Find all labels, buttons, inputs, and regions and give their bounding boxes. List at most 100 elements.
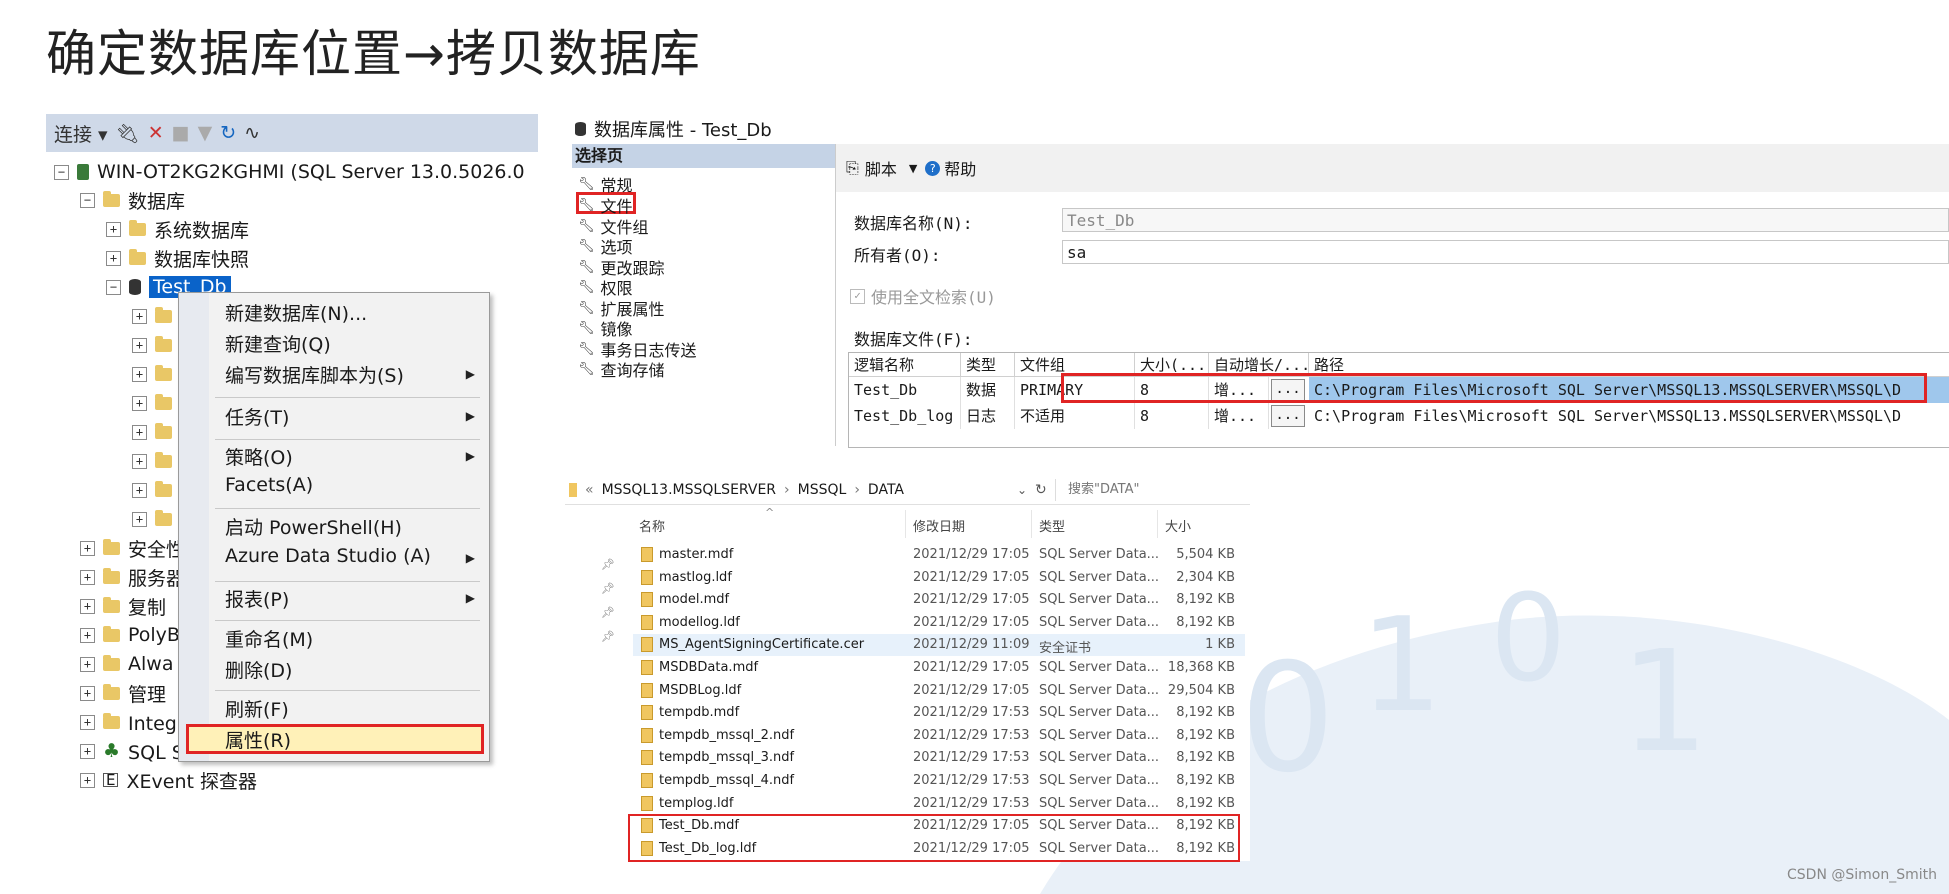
expand-icon[interactable]: + [80, 540, 95, 556]
tree-management[interactable]: + 管理 [80, 679, 166, 707]
col-header-type[interactable]: 类型 [961, 353, 1015, 377]
tree-system-databases[interactable]: + 系统数据库 [106, 215, 249, 243]
file-row[interactable]: MS_AgentSigningCertificate.cer 2021/12/29… [633, 634, 1245, 657]
file-row[interactable]: templog.ldf 2021/12/29 17:53 SQL Server Da… [633, 793, 1245, 815]
address-bar[interactable]: « MSSQL13.MSSQLSERVER › MSSQL › DATA ⌄ ↻… [565, 476, 1250, 505]
tree-child-node[interactable]: + [132, 360, 180, 388]
chevron-down-icon[interactable]: ▼ [909, 162, 917, 175]
expand-icon[interactable]: + [132, 308, 147, 324]
tree-db-snapshots[interactable]: + 数据库快照 [106, 244, 249, 272]
menu-item-new-database[interactable]: 新建数据库(N)... [225, 299, 367, 326]
menu-item-script-database[interactable]: 编写数据库脚本为(S) ▶ [225, 361, 475, 388]
expand-icon[interactable]: + [80, 714, 95, 730]
expand-icon[interactable]: + [132, 482, 147, 498]
breadcrumb-item[interactable]: MSSQL13.MSSQLSERVER [602, 482, 776, 498]
menu-item-refresh[interactable]: 刷新(F) [225, 695, 289, 722]
menu-item-tasks[interactable]: 任务(T) ▶ [225, 403, 475, 430]
expand-icon[interactable]: + [106, 250, 121, 266]
breadcrumb-prefix[interactable]: « [585, 482, 594, 498]
page-query-store[interactable]: 🔧︎ 查询存储 [578, 357, 665, 381]
file-name: model.mdf [659, 592, 730, 608]
menu-item-properties[interactable]: 属性(R) [225, 726, 291, 753]
connect-button[interactable]: 连接 ▾ [54, 120, 108, 147]
tree-polybase[interactable]: + PolyB [80, 621, 180, 649]
file-row[interactable]: modellog.ldf 2021/12/29 17:05 SQL Server D… [633, 612, 1245, 634]
tree-child-node[interactable]: + [132, 476, 180, 504]
owner-field[interactable]: sa [1062, 240, 1949, 264]
pin-icon[interactable]: 📌︎ [601, 606, 615, 619]
expand-icon[interactable]: + [80, 743, 95, 759]
tree-child-node[interactable]: + [132, 418, 180, 446]
script-button[interactable]: 脚本 [865, 156, 897, 180]
menu-item-delete[interactable]: 删除(D) [225, 656, 292, 683]
autogrowth-ellipsis-button[interactable]: ... [1271, 405, 1305, 427]
expand-icon[interactable]: + [80, 627, 95, 643]
col-header-name[interactable]: 名称 [639, 516, 665, 535]
pin-icon[interactable]: 📌︎ [601, 630, 615, 643]
expand-icon[interactable]: + [132, 511, 147, 527]
pin-icon[interactable]: 📌︎ [601, 558, 615, 571]
breadcrumb-item[interactable]: MSSQL [798, 482, 847, 498]
search-input[interactable]: 搜索"DATA" [1055, 479, 1245, 501]
expand-icon[interactable]: + [80, 569, 95, 585]
menu-item-policies[interactable]: 策略(O) ▶ [225, 443, 475, 470]
file-row[interactable]: tempdb_mssql_4.ndf 2021/12/29 17:53 SQL Se… [633, 770, 1245, 792]
expand-icon[interactable]: + [132, 366, 147, 382]
filter-icon[interactable]: ▼ [198, 122, 213, 144]
disconnect-icon[interactable]: ✕ [148, 122, 164, 144]
menu-item-powershell[interactable]: 启动 PowerShell(H) [225, 513, 402, 540]
tree-always-on[interactable]: + Alwa [80, 650, 173, 678]
menu-item-reports[interactable]: 报表(P) ▶ [225, 585, 475, 612]
col-header-size[interactable]: 大小 [1165, 516, 1191, 535]
tree-child-node[interactable]: + [132, 447, 180, 475]
tree-child-node[interactable]: + [132, 331, 180, 359]
tree-child-node[interactable]: + [132, 302, 180, 330]
tree-xevent-profiler[interactable]: + E XEvent 探查器 [80, 766, 257, 794]
file-row[interactable]: mastlog.ldf 2021/12/29 17:05 SQL Server Da… [633, 567, 1245, 589]
file-row[interactable]: tempdb.mdf 2021/12/29 17:53 SQL Server Dat… [633, 702, 1245, 724]
expand-icon[interactable]: + [132, 337, 147, 353]
collapse-icon[interactable]: − [54, 164, 69, 180]
chevron-down-icon[interactable]: ⌄ [1017, 483, 1027, 497]
tree-replication[interactable]: + 复制 [80, 592, 166, 620]
collapse-icon[interactable]: − [80, 192, 95, 208]
tree-child-node[interactable]: + [132, 389, 180, 417]
refresh-icon[interactable]: ↻ [220, 122, 236, 144]
collapse-icon[interactable]: − [106, 279, 121, 295]
expand-icon[interactable]: + [106, 221, 121, 237]
breadcrumb-item[interactable]: DATA [868, 482, 904, 498]
stop-icon[interactable]: ■ [172, 122, 190, 144]
menu-item-new-query[interactable]: 新建查询(Q) [225, 330, 331, 357]
file-row[interactable]: master.mdf 2021/12/29 17:05 SQL Server Dat… [633, 544, 1245, 566]
menu-item-facets[interactable]: Facets(A) [225, 474, 313, 496]
expand-icon[interactable]: + [132, 395, 147, 411]
menu-item-azure-data-studio[interactable]: Azure Data Studio (A) ▶ [225, 545, 475, 567]
tree-security[interactable]: + 安全性 [80, 534, 185, 562]
file-row[interactable]: model.mdf 2021/12/29 17:05 SQL Server Data… [633, 589, 1245, 611]
activity-icon[interactable]: ∿ [244, 122, 260, 144]
col-header-logical-name[interactable]: 逻辑名称 [849, 353, 961, 377]
col-header-date[interactable]: 修改日期 [913, 516, 965, 535]
col-header-type[interactable]: 类型 [1039, 516, 1065, 535]
expand-icon[interactable]: + [132, 453, 147, 469]
expand-icon[interactable]: + [132, 424, 147, 440]
tree-server-node[interactable]: − WIN-OT2KG2KGHMI (SQL Server 13.0.5026.… [54, 158, 525, 186]
file-row[interactable]: tempdb_mssql_3.ndf 2021/12/29 17:53 SQL Se… [633, 747, 1245, 769]
expand-icon[interactable]: + [80, 598, 95, 614]
tree-databases-node[interactable]: − 数据库 [80, 186, 185, 214]
fulltext-checkbox[interactable]: ✓ 使用全文检索(U) [850, 284, 996, 308]
expand-icon[interactable]: + [80, 685, 95, 701]
menu-item-rename[interactable]: 重命名(M) [225, 625, 313, 652]
db-name-field[interactable]: Test_Db [1062, 208, 1949, 232]
help-button[interactable]: 帮助 [944, 156, 976, 180]
file-row[interactable]: tempdb_mssql_2.ndf 2021/12/29 17:53 SQL Se… [633, 725, 1245, 747]
plug-icon[interactable]: 🔌︎ [116, 122, 140, 145]
expand-icon[interactable]: + [80, 656, 95, 672]
refresh-icon[interactable]: ↻ [1035, 482, 1047, 498]
file-row[interactable]: MSDBData.mdf 2021/12/29 17:05 SQL Server D… [633, 657, 1245, 679]
tree-server-objects[interactable]: + 服务器 [80, 563, 185, 591]
pin-icon[interactable]: 📌︎ [601, 582, 615, 595]
file-row[interactable]: MSDBLog.ldf 2021/12/29 17:05 SQL Server Da… [633, 680, 1245, 702]
tree-child-node[interactable]: + [132, 505, 180, 533]
expand-icon[interactable]: + [80, 772, 95, 788]
